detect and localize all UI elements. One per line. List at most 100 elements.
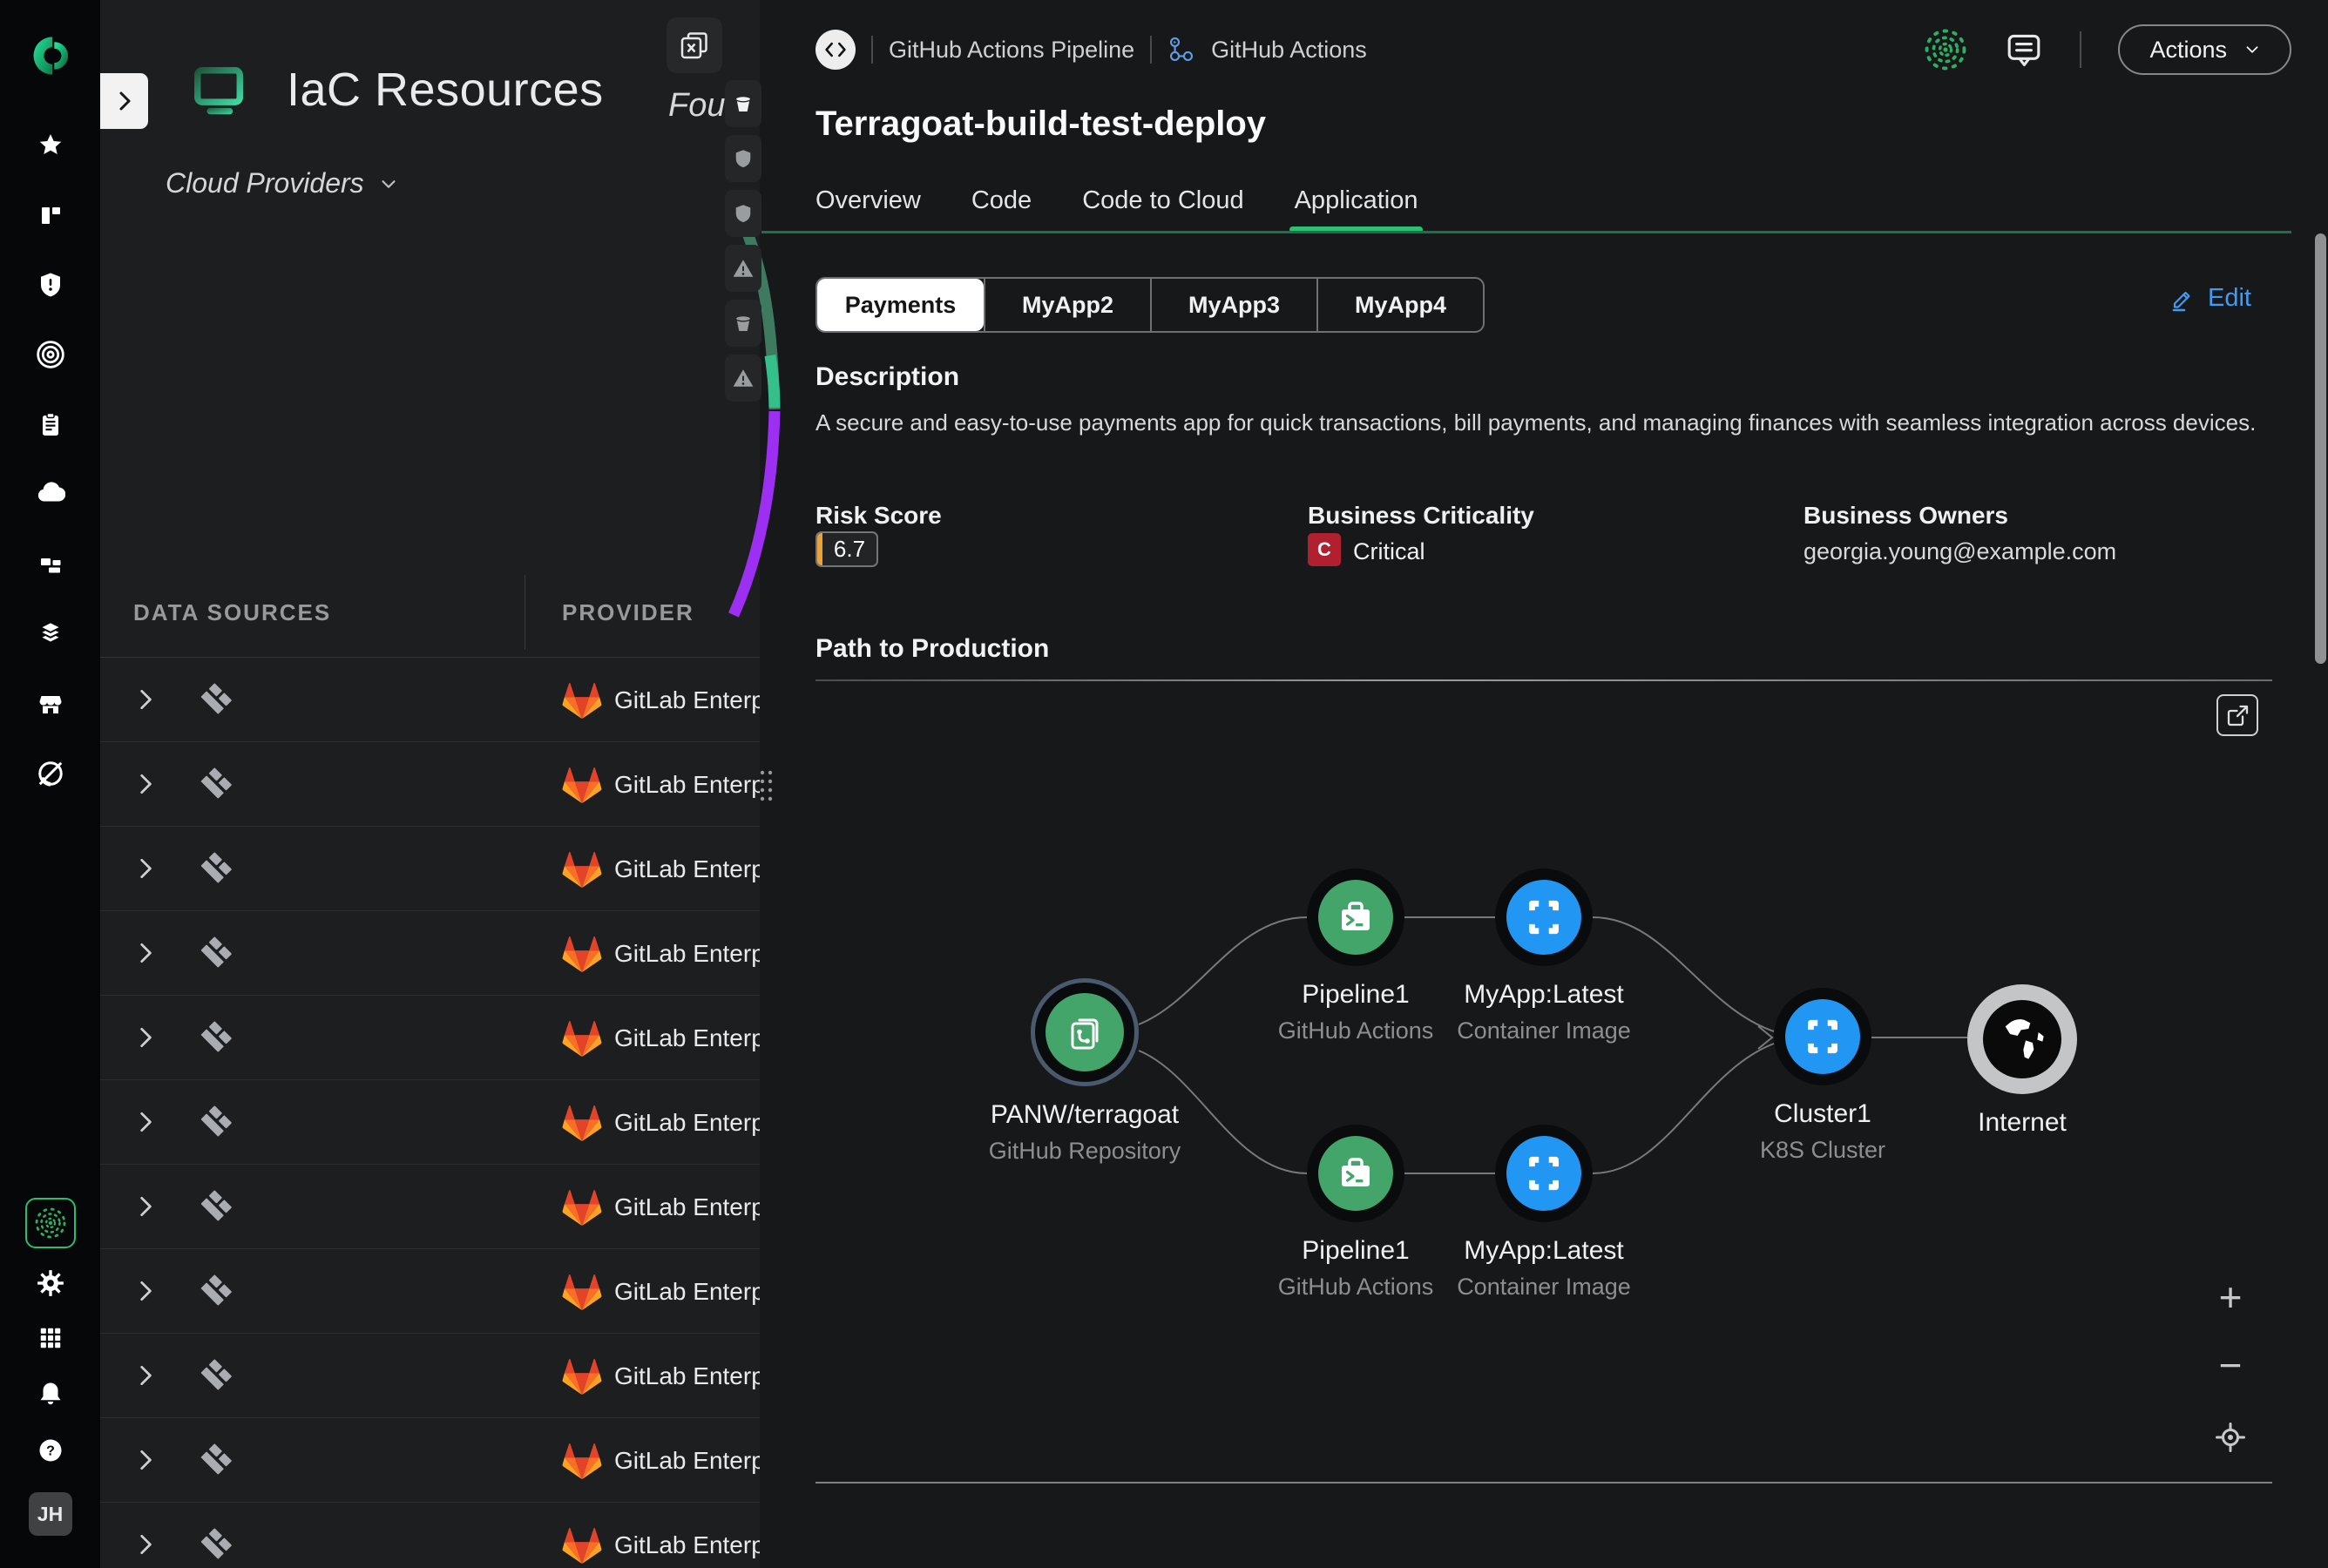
table-row[interactable]: GitLab Enterp xyxy=(100,827,760,911)
provider-cell: GitLab Enterp xyxy=(562,1165,760,1249)
warning-tool-button[interactable] xyxy=(725,245,761,292)
node-label: Pipeline1 xyxy=(1302,980,1409,1010)
gitlab-icon xyxy=(562,1273,602,1311)
prisma-cloud-logo-icon[interactable] xyxy=(0,28,100,84)
bell-icon xyxy=(37,1380,64,1408)
breadcrumb-pipeline[interactable]: GitHub Actions Pipeline xyxy=(889,37,1134,64)
row-expand-chevron-icon[interactable] xyxy=(135,1279,156,1303)
vertical-scrollbar-thumb[interactable] xyxy=(2315,233,2326,664)
app-tab-myapp4[interactable]: MyApp4 xyxy=(1316,279,1483,331)
node-label: MyApp:Latest xyxy=(1464,1236,1623,1266)
gitlab-icon xyxy=(562,850,602,889)
node-k8s-cluster[interactable]: Cluster1 K8S Cluster xyxy=(1709,988,1936,1164)
assets-nav-item[interactable] xyxy=(0,538,100,591)
row-expand-chevron-icon[interactable] xyxy=(135,1363,156,1388)
alerts-nav-item[interactable] xyxy=(0,259,100,311)
storefront-icon xyxy=(37,690,64,718)
edit-button[interactable]: Edit xyxy=(2169,284,2251,313)
copilot-nav-item[interactable] xyxy=(0,1198,100,1248)
provider-name: GitLab Enterp xyxy=(614,1447,760,1475)
radar-nav-item[interactable] xyxy=(0,328,100,381)
node-container-image-bottom[interactable]: MyApp:Latest Container Image xyxy=(1431,1125,1657,1301)
row-expand-chevron-icon[interactable] xyxy=(135,1110,156,1134)
panel-collapse-button[interactable] xyxy=(100,73,148,129)
table-row[interactable]: GitLab Enterp xyxy=(100,1418,760,1503)
diagram-bottom-divider xyxy=(815,1482,2272,1484)
row-expand-chevron-icon[interactable] xyxy=(135,1194,156,1219)
node-github-repository[interactable]: PANW/terragoat GitHub Repository xyxy=(971,978,1198,1165)
chat-icon[interactable] xyxy=(2005,30,2043,69)
table-row[interactable]: GitLab Enterp xyxy=(100,1334,760,1418)
panel-resize-handle[interactable] xyxy=(758,768,775,805)
cloud-nav-item[interactable] xyxy=(0,468,100,520)
column-header-provider: PROVIDER xyxy=(562,599,694,626)
tab-bar-underline xyxy=(761,231,2291,233)
node-container-image-top[interactable]: MyApp:Latest Container Image xyxy=(1431,868,1657,1044)
panel-popout-button[interactable] xyxy=(667,17,722,73)
app-tab-myapp2[interactable]: MyApp2 xyxy=(984,279,1150,331)
notifications-nav-item[interactable] xyxy=(0,1368,100,1420)
reports-nav-item[interactable] xyxy=(0,398,100,450)
copilot-active-box xyxy=(25,1198,76,1248)
apps-nav-item[interactable] xyxy=(0,1312,100,1364)
row-expand-chevron-icon[interactable] xyxy=(135,1532,156,1557)
row-expand-chevron-icon[interactable] xyxy=(135,941,156,965)
table-row[interactable]: GitLab Enterp xyxy=(100,996,760,1080)
provider-name: GitLab Enterp xyxy=(614,1362,760,1390)
row-expand-chevron-icon[interactable] xyxy=(135,1448,156,1472)
ai-spiral-icon[interactable] xyxy=(1923,27,1968,72)
tab-code[interactable]: Code xyxy=(971,186,1032,230)
iac-resources-icon xyxy=(190,64,247,118)
repository-icon xyxy=(1062,1010,1107,1055)
row-expand-chevron-icon[interactable] xyxy=(135,772,156,796)
row-expand-chevron-icon[interactable] xyxy=(135,687,156,712)
row-expand-chevron-icon[interactable] xyxy=(135,856,156,881)
zoom-out-button[interactable]: − xyxy=(2210,1344,2251,1386)
shield-alert-icon xyxy=(37,271,64,299)
compass-nav-item[interactable] xyxy=(0,747,100,800)
tab-code-to-cloud[interactable]: Code to Cloud xyxy=(1082,186,1243,230)
tab-overview[interactable]: Overview xyxy=(815,186,921,230)
settings-nav-item[interactable] xyxy=(0,1257,100,1309)
shield-tool-button[interactable] xyxy=(725,135,761,182)
marketplace-nav-item[interactable] xyxy=(0,678,100,730)
table-row[interactable]: GitLab Enterp xyxy=(100,1503,760,1568)
code-circle-icon xyxy=(815,30,856,70)
cloud-icon xyxy=(36,479,65,509)
trash-tool-button[interactable] xyxy=(725,80,761,127)
user-avatar[interactable]: JH xyxy=(0,1488,100,1540)
node-internet[interactable]: Internet xyxy=(1909,984,2135,1138)
business-criticality-label: Business Criticality xyxy=(1308,502,1534,530)
open-in-new-button[interactable] xyxy=(2216,694,2258,736)
recenter-button[interactable] xyxy=(2210,1416,2251,1458)
table-row[interactable]: GitLab Enterp xyxy=(100,658,760,742)
trash-tool-button[interactable] xyxy=(725,300,761,347)
table-row[interactable]: GitLab Enterp xyxy=(100,1249,760,1334)
diagram-edges xyxy=(760,0,2328,1568)
bucket-icon xyxy=(732,312,755,335)
table-row[interactable]: GitLab Enterp xyxy=(100,1165,760,1249)
actions-button[interactable]: Actions xyxy=(2118,24,2291,75)
breadcrumb-divider xyxy=(871,36,873,64)
help-nav-item[interactable]: ? xyxy=(0,1424,100,1477)
provider-cell: GitLab Enterp xyxy=(562,827,760,911)
warning-triangle-icon xyxy=(732,367,755,389)
breadcrumb-github-actions[interactable]: GitHub Actions xyxy=(1211,37,1367,64)
app-tab-payments[interactable]: Payments xyxy=(817,279,984,331)
warning-tool-button[interactable] xyxy=(725,355,761,402)
zoom-in-button[interactable]: + xyxy=(2210,1276,2251,1318)
table-row[interactable]: GitLab Enterp xyxy=(100,742,760,827)
layers-nav-item[interactable] xyxy=(0,607,100,659)
table-row[interactable]: GitLab Enterp xyxy=(100,1080,760,1165)
dashboards-nav-item[interactable] xyxy=(0,189,100,241)
table-row[interactable]: GitLab Enterp xyxy=(100,911,760,996)
node-circle xyxy=(1495,1125,1593,1222)
tab-application[interactable]: Application xyxy=(1295,186,1418,230)
cloud-providers-dropdown[interactable]: Cloud Providers xyxy=(166,167,399,199)
favorites-nav-item[interactable] xyxy=(0,119,100,172)
row-expand-chevron-icon[interactable] xyxy=(135,1025,156,1050)
app-tab-myapp3[interactable]: MyApp3 xyxy=(1150,279,1316,331)
shield-tool-button[interactable] xyxy=(725,190,761,237)
provider-name: GitLab Enterp xyxy=(614,1531,760,1559)
path-section-divider xyxy=(815,679,2272,681)
